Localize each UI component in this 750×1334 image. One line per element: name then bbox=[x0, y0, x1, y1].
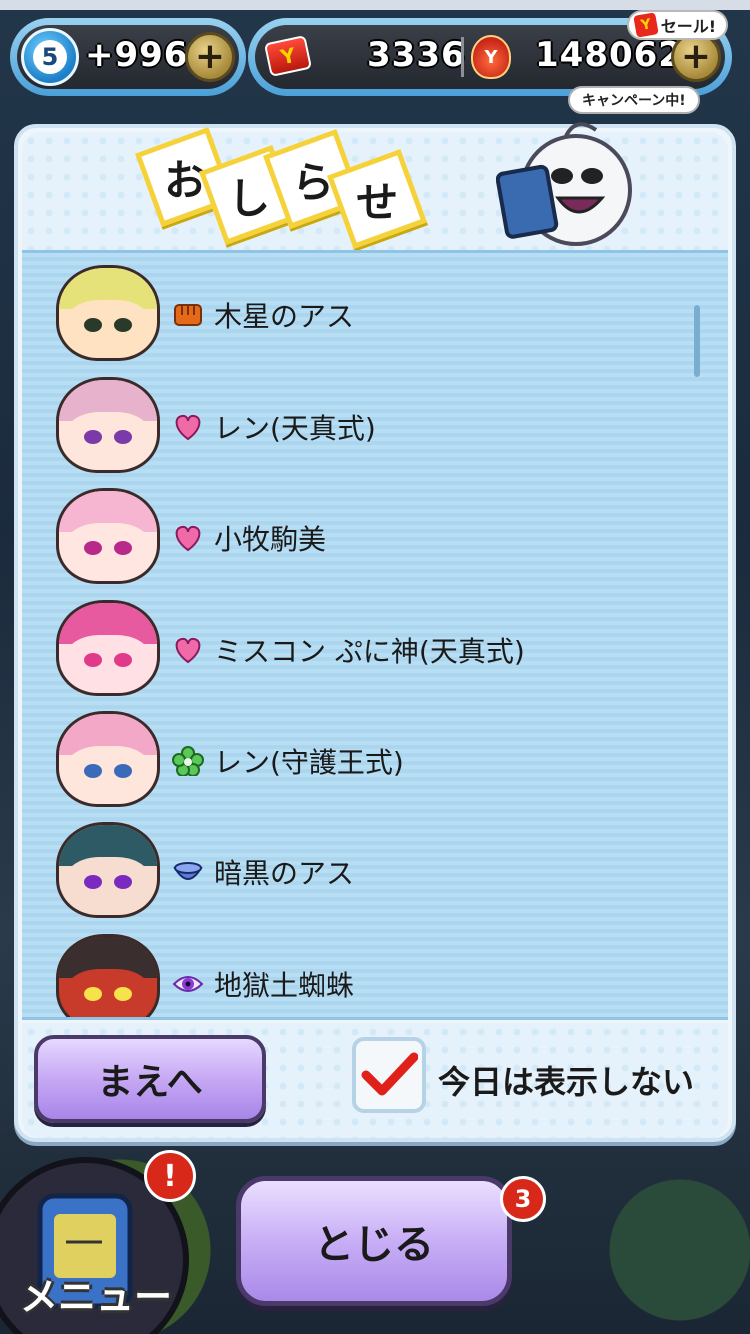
character-avatar bbox=[56, 600, 160, 696]
list-item[interactable]: 木星のアス bbox=[22, 263, 682, 371]
campaign-tag: キャンペーン中! bbox=[568, 86, 700, 114]
notice-dialog: お し ら せ 木星のアスレン(天真式) 小牧駒美ミスコン ぷに神(天真式) レン(… bbox=[14, 122, 736, 1142]
dont-show-checkbox[interactable] bbox=[352, 1037, 426, 1113]
avatar-eye bbox=[113, 653, 132, 668]
notification-count-badge: 3 bbox=[500, 1176, 546, 1222]
list-item[interactable]: 地獄土蜘蛛 bbox=[22, 932, 682, 1017]
avatar-face bbox=[64, 635, 152, 693]
heart-icon bbox=[172, 524, 204, 552]
dialog-footer: まえへ 今日は表示しない bbox=[22, 1023, 728, 1138]
avatar-eye bbox=[113, 764, 132, 779]
money-bag-icon: Y bbox=[471, 35, 511, 79]
currency-divider bbox=[461, 37, 464, 77]
avatar-eye bbox=[113, 541, 132, 556]
lives-count: +996 bbox=[85, 35, 189, 75]
checkmark-icon bbox=[361, 1052, 418, 1096]
watch-level-icon: 5 bbox=[21, 28, 79, 86]
menu-alert-badge: ! bbox=[144, 1150, 196, 1202]
menu-label[interactable]: メニュー bbox=[20, 1266, 172, 1321]
avatar-eye bbox=[113, 430, 132, 445]
avatar-face bbox=[64, 746, 152, 804]
notice-list[interactable]: 木星のアスレン(天真式) 小牧駒美ミスコン ぷに神(天真式) レン(守護王式) 暗黒の… bbox=[22, 250, 728, 1020]
avatar-face bbox=[64, 969, 152, 1017]
character-name: 地獄土蜘蛛 bbox=[214, 969, 355, 1002]
list-scrollbar[interactable] bbox=[694, 305, 700, 377]
avatar-eye bbox=[113, 875, 132, 890]
avatar-face bbox=[64, 300, 152, 358]
character-name: 小牧駒美 bbox=[214, 523, 327, 556]
prev-button[interactable]: まえへ bbox=[34, 1035, 266, 1123]
character-name: ミスコン ぷに神(天真式) bbox=[214, 635, 525, 668]
character-avatar bbox=[56, 711, 160, 807]
character-avatar bbox=[56, 265, 160, 361]
character-avatar bbox=[56, 377, 160, 473]
character-name: 木星のアス bbox=[214, 300, 355, 333]
dont-show-label[interactable]: 今日は表示しない bbox=[438, 1057, 694, 1103]
character-avatar bbox=[56, 822, 160, 918]
lives-panel: 5 +996 + bbox=[10, 18, 246, 96]
coin-count: 148062 bbox=[535, 35, 683, 75]
list-item[interactable]: ミスコン ぷに神(天真式) bbox=[22, 598, 682, 706]
list-item[interactable]: レン(天真式) bbox=[22, 375, 682, 483]
eye-icon bbox=[172, 970, 204, 998]
character-name: レン(天真式) bbox=[214, 412, 376, 445]
heart-icon bbox=[172, 636, 204, 664]
avatar-face bbox=[64, 412, 152, 470]
title-char: し bbox=[227, 173, 271, 223]
ycard-icon: Y bbox=[263, 35, 313, 77]
character-name: 暗黒のアス bbox=[214, 857, 355, 890]
avatar-eye bbox=[113, 987, 132, 1002]
sale-text: セール! bbox=[660, 17, 716, 36]
status-bar bbox=[0, 0, 750, 10]
sale-tag[interactable]: Y セール! bbox=[626, 10, 728, 40]
dialog-header: お し ら せ bbox=[22, 122, 728, 250]
list-item[interactable]: 小牧駒美 bbox=[22, 486, 682, 594]
title-char: せ bbox=[355, 177, 399, 227]
fist-icon bbox=[172, 301, 204, 329]
character-avatar bbox=[56, 488, 160, 584]
ycard-mini-icon: Y bbox=[632, 12, 659, 38]
list-item[interactable]: 暗黒のアス bbox=[22, 820, 682, 928]
add-lives-button[interactable]: + bbox=[185, 32, 235, 82]
level-badge: 5 bbox=[33, 40, 67, 74]
avatar-face bbox=[64, 857, 152, 915]
dialog-title: お し ら せ bbox=[135, 127, 427, 249]
close-button[interactable]: とじる bbox=[236, 1176, 512, 1306]
avatar-eye bbox=[113, 318, 132, 333]
list-item[interactable]: レン(守護王式) bbox=[22, 709, 682, 817]
title-char: お bbox=[163, 155, 207, 205]
ycard-count: 3336 bbox=[367, 35, 466, 75]
avatar-face bbox=[64, 523, 152, 581]
character-name: レン(守護王式) bbox=[214, 746, 404, 779]
character-avatar bbox=[56, 934, 160, 1017]
ghost-mascot-icon bbox=[496, 122, 632, 246]
heart-icon bbox=[172, 413, 204, 441]
bowl-icon bbox=[172, 858, 204, 886]
flower-icon bbox=[172, 746, 204, 776]
